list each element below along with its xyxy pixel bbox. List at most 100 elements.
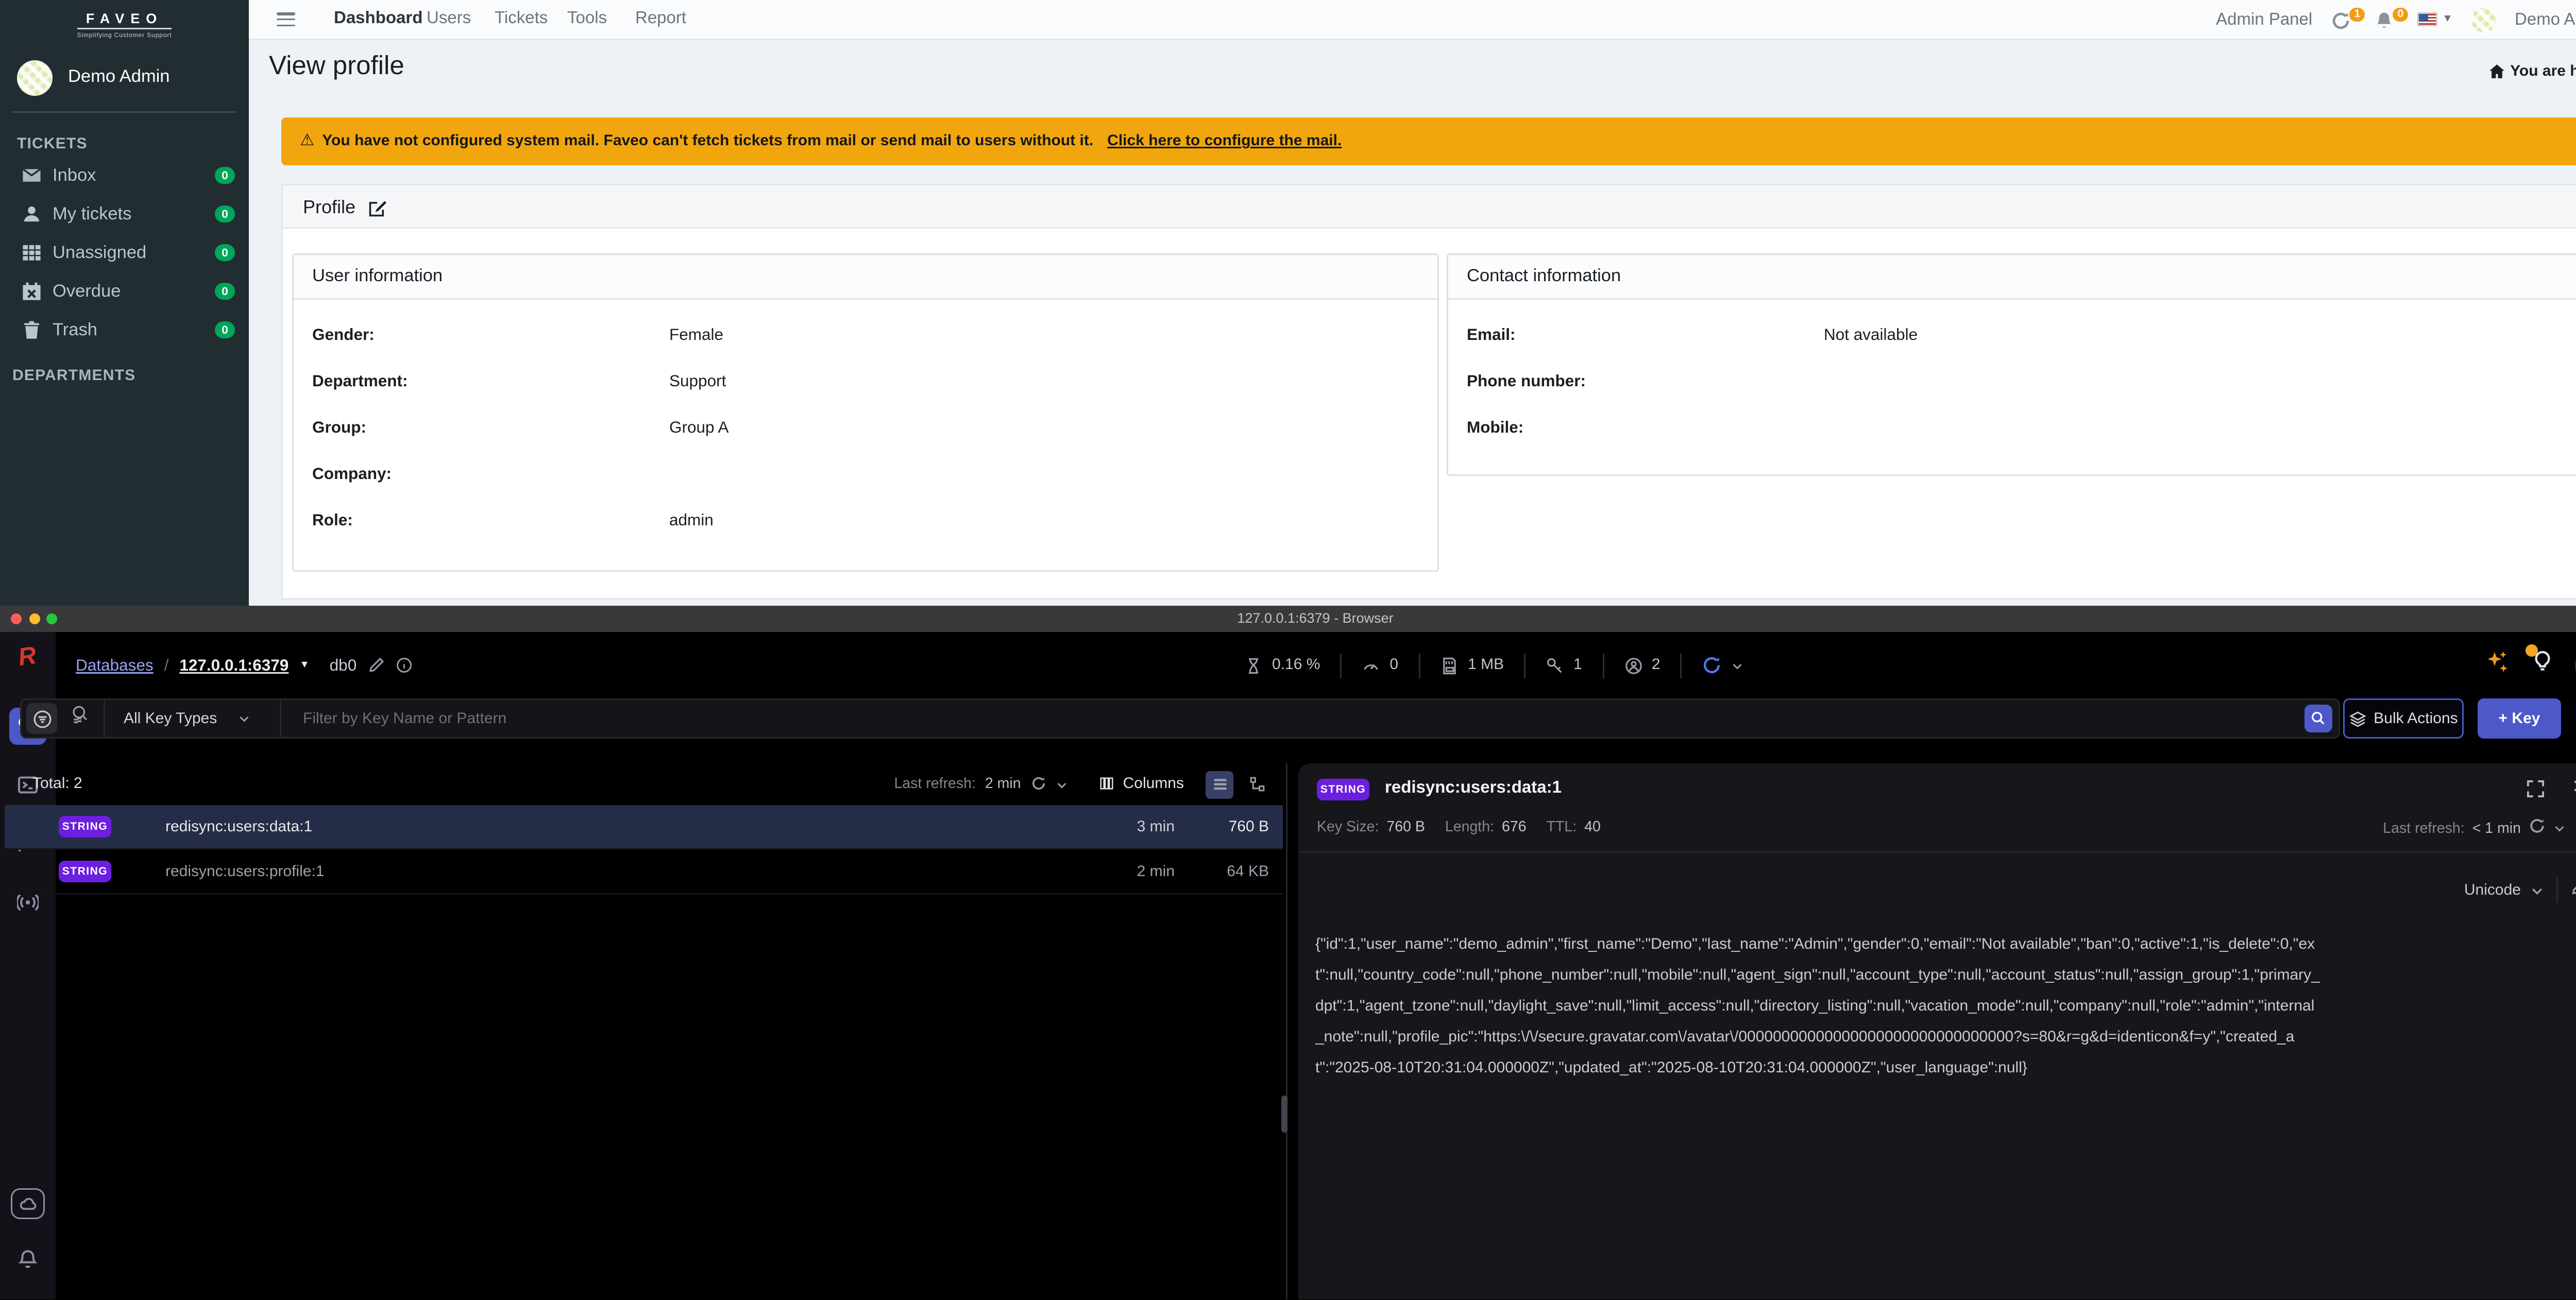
banner-text: You have not configured system mail. Fav… bbox=[322, 133, 1094, 150]
info-row: Group: Group A bbox=[312, 419, 729, 437]
edit-alias-button[interactable] bbox=[367, 657, 384, 674]
key-length: 676 bbox=[1502, 819, 1527, 836]
nav-dashboard[interactable]: Dashboard bbox=[334, 0, 422, 39]
stat-clients: 2 bbox=[1602, 653, 1681, 678]
edit-icon bbox=[369, 200, 387, 216]
close-details-button[interactable]: ✕ bbox=[2572, 776, 2576, 797]
list-view-toggle[interactable] bbox=[1206, 770, 1233, 798]
faveo-sidebar: FAVEO Simplifying Customer Support Demo … bbox=[0, 0, 249, 606]
add-key-button[interactable]: + Key bbox=[2478, 698, 2561, 739]
columns-button[interactable]: Columns bbox=[1123, 776, 1184, 793]
warning-icon: ⚠ bbox=[300, 131, 315, 150]
selected-key-name: redisync:users:data:1 bbox=[1385, 779, 1562, 797]
sidebar-divider bbox=[12, 111, 236, 113]
refresh-icon bbox=[1031, 776, 1044, 789]
hamburger-icon[interactable] bbox=[277, 12, 295, 30]
window-title: 127.0.0.1:6379 - Browser bbox=[1237, 610, 1394, 626]
key-filter-bar: All Key Types bbox=[20, 698, 2340, 739]
refresh-settings-chevron[interactable] bbox=[1055, 771, 1067, 798]
stats-refresh-button[interactable] bbox=[1680, 653, 1764, 678]
type-badge: STRING bbox=[59, 816, 111, 837]
configure-mail-link[interactable]: Click here to configure the mail. bbox=[1107, 133, 1342, 150]
window-titlebar[interactable]: 127.0.0.1:6379 - Browser bbox=[0, 606, 2576, 632]
list-view-icon bbox=[1213, 779, 1226, 790]
notifications-button[interactable]: 0 bbox=[2374, 7, 2409, 32]
nav-tools[interactable]: Tools bbox=[567, 0, 607, 39]
info-row: Mobile: bbox=[1467, 419, 1524, 437]
value-format-select[interactable]: Unicode bbox=[2464, 882, 2544, 899]
topnav-user-name[interactable]: Demo Admin bbox=[2515, 10, 2576, 29]
us-flag-icon bbox=[2417, 12, 2438, 26]
info-row: Email: Not available bbox=[1467, 326, 1918, 345]
nav-report[interactable]: Report bbox=[635, 0, 686, 39]
chevron-down-icon bbox=[240, 716, 249, 722]
chevron-down-icon bbox=[2555, 826, 2564, 832]
chevron-down-icon bbox=[1057, 782, 1066, 788]
sidebar-item-trash[interactable]: Trash 0 bbox=[0, 311, 249, 349]
nav-users[interactable]: Users bbox=[427, 0, 471, 39]
bell-icon bbox=[2377, 12, 2391, 27]
sidebar-item-my-tickets[interactable]: My tickets 0 bbox=[0, 195, 249, 233]
user-icon bbox=[22, 204, 42, 224]
list-refresh-button[interactable] bbox=[1030, 771, 1046, 798]
key-value-viewer[interactable]: {"id":1,"user_name":"demo_admin","first_… bbox=[1315, 930, 2320, 1085]
edit-profile-button[interactable] bbox=[368, 197, 387, 216]
sidebar-user-name: Demo Admin bbox=[68, 68, 170, 87]
sidebar-heading-tickets: TICKETS bbox=[17, 136, 88, 153]
instance-selector[interactable]: 127.0.0.1:6379 bbox=[179, 656, 289, 675]
panel-resizer-handle[interactable] bbox=[1281, 1096, 1287, 1133]
sidebar-item-overdue[interactable]: Overdue 0 bbox=[0, 272, 249, 311]
sparkles-icon bbox=[2487, 651, 2507, 672]
stat-keys: 1 bbox=[1524, 653, 1602, 678]
info-row: Gender: Female bbox=[312, 326, 724, 345]
info-icon bbox=[396, 658, 412, 673]
faveo-logo-title: FAVEO bbox=[86, 10, 163, 26]
pencil-icon bbox=[369, 657, 384, 672]
bell-badge: 0 bbox=[2393, 7, 2409, 21]
key-size: 760 B bbox=[1386, 819, 1425, 836]
details-refresh-button[interactable] bbox=[2529, 814, 2546, 842]
filter-mode-button[interactable] bbox=[26, 703, 57, 734]
sidebar-item-inbox[interactable]: Inbox 0 bbox=[0, 156, 249, 195]
delete-key-button[interactable] bbox=[2573, 814, 2576, 842]
key-details-panel: STRING redisync:users:data:1 ✕ Key Size:… bbox=[1298, 763, 2576, 1300]
key-type-select[interactable]: All Key Types bbox=[105, 700, 266, 737]
language-selector[interactable]: ▼ bbox=[2417, 12, 2453, 26]
info-row: Role: admin bbox=[312, 511, 714, 530]
db-info-button[interactable] bbox=[395, 657, 412, 674]
nav-tickets[interactable]: Tickets bbox=[495, 0, 548, 39]
redisinsight-window: 127.0.0.1:6379 - Browser R Databases / 1… bbox=[0, 606, 2576, 1300]
stat-ops: 0 bbox=[1340, 653, 1418, 678]
sidebar-menu: Inbox 0 My tickets 0 Unassigned 0 Overdu… bbox=[0, 156, 249, 349]
expand-panel-button[interactable] bbox=[2526, 779, 2546, 807]
scan-mode-button[interactable] bbox=[70, 705, 90, 732]
faveo-topnav: Dashboard Users Tickets Tools Report Adm… bbox=[249, 0, 2576, 40]
help-center-button[interactable] bbox=[2526, 644, 2555, 681]
screen: FAVEO Simplifying Customer Support Demo … bbox=[0, 0, 2576, 1300]
bulk-actions-button[interactable]: Bulk Actions bbox=[2343, 698, 2464, 739]
layers-icon bbox=[2349, 710, 2366, 727]
edit-value-button[interactable] bbox=[2570, 876, 2576, 904]
sidebar-item-unassigned[interactable]: Unassigned 0 bbox=[0, 233, 249, 272]
sync-button[interactable]: 1 bbox=[2331, 7, 2365, 32]
count-badge: 0 bbox=[215, 244, 235, 261]
tree-view-toggle[interactable] bbox=[1243, 771, 1270, 798]
details-refresh-chevron[interactable] bbox=[2553, 814, 2566, 842]
key-filter-input[interactable] bbox=[281, 700, 2304, 737]
panel-resizer[interactable] bbox=[1286, 763, 1287, 1300]
copilot-button[interactable] bbox=[2485, 649, 2510, 681]
memory-icon bbox=[1443, 657, 1455, 674]
refresh-icon bbox=[1704, 657, 1720, 674]
databases-link[interactable]: Databases bbox=[76, 656, 154, 675]
key-row[interactable]: STRING redisync:users:data:1 3 min 760 B bbox=[5, 805, 1283, 850]
apply-filter-button[interactable] bbox=[2304, 705, 2332, 732]
count-badge: 0 bbox=[215, 321, 235, 338]
sidebar-heading-departments: DEPARTMENTS bbox=[12, 368, 136, 385]
breadcrumb: You are here : bbox=[2488, 63, 2576, 80]
admin-panel-link[interactable]: Admin Panel bbox=[2216, 10, 2312, 29]
avatar[interactable] bbox=[2471, 7, 2497, 32]
key-row[interactable]: STRING redisync:users:profile:1 2 min 64… bbox=[5, 850, 1283, 895]
key-ttl: 40 bbox=[1584, 819, 1601, 836]
caret-down-icon[interactable]: ▼ bbox=[299, 660, 309, 671]
browser-header: Databases / 127.0.0.1:6379 ▼ db0 0.16 % bbox=[56, 632, 2576, 698]
